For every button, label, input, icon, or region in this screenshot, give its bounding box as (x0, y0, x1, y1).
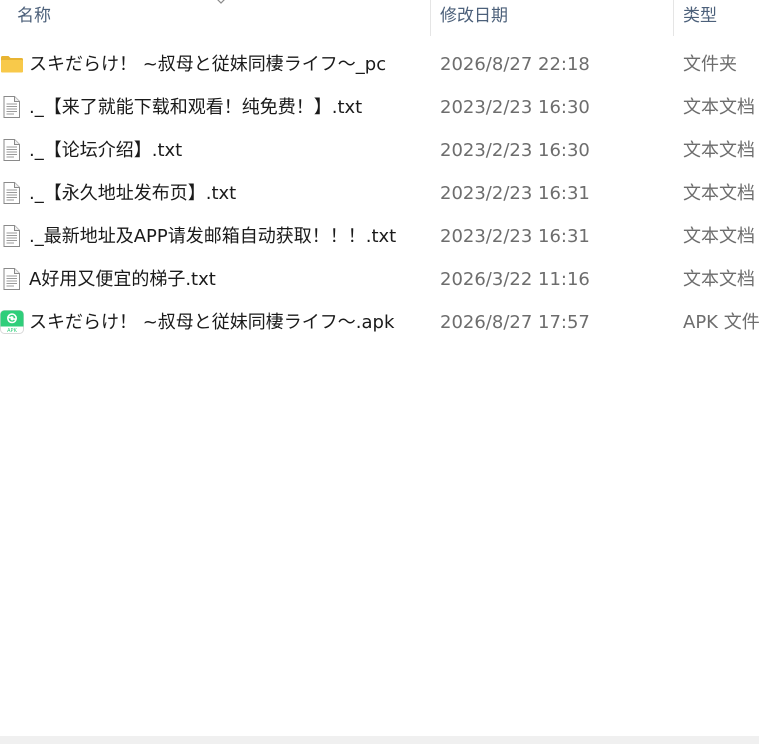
file-row[interactable]: ._最新地址及APP请发邮箱自动获取！！！.txt 2023/2/23 16:3… (0, 215, 759, 258)
apk-file-icon: APK (0, 310, 24, 334)
text-file-icon (3, 225, 20, 247)
file-modified-date: 2023/2/23 16:30 (440, 97, 590, 118)
file-row[interactable]: ._【永久地址发布页】.txt 2023/2/23 16:31 文本文档 (0, 172, 759, 215)
horizontal-scrollbar[interactable] (0, 736, 759, 744)
file-modified-date: 2023/2/23 16:30 (440, 140, 590, 161)
column-header: 名称 修改日期 类型 (0, 0, 759, 36)
file-type: APK 文件 (683, 312, 759, 333)
file-row[interactable]: ._【来了就能下载和观看！纯免费！】.txt 2023/2/23 16:30 文… (0, 86, 759, 129)
column-divider[interactable] (430, 0, 431, 36)
file-type: 文本文档 (683, 183, 755, 204)
file-type: 文本文档 (683, 97, 755, 118)
file-name: スキだらけ！ ~叔母と従妹同棲ライフ～_pc (29, 54, 387, 75)
file-name: A好用又便宜的梯子.txt (29, 269, 216, 290)
file-type: 文本文档 (683, 269, 755, 290)
file-modified-date: 2023/2/23 16:31 (440, 226, 590, 247)
file-row[interactable]: APK スキだらけ！ ~叔母と従妹同棲ライフ～.apk 2026/8/27 17… (0, 301, 759, 344)
file-name: ._【永久地址发布页】.txt (29, 183, 237, 204)
column-header-type[interactable]: 类型 (683, 0, 759, 36)
file-row[interactable]: A好用又便宜的梯子.txt 2026/3/22 11:16 文本文档 (0, 258, 759, 301)
text-file-icon (3, 268, 20, 290)
apk-icon-label: APK (7, 328, 17, 334)
file-type: 文本文档 (683, 226, 755, 247)
column-header-modified[interactable]: 修改日期 (440, 0, 672, 36)
column-header-name[interactable]: 名称 (17, 0, 429, 36)
file-name: スキだらけ！ ~叔母と従妹同棲ライフ～.apk (29, 312, 395, 333)
file-explorer: 名称 修改日期 类型 スキだらけ！ ~叔母と従妹同棲ライフ～_pc 2026/8… (0, 0, 759, 744)
folder-icon (1, 56, 23, 73)
text-file-icon (3, 182, 20, 204)
file-modified-date: 2026/3/22 11:16 (440, 269, 590, 290)
text-file-icon (3, 139, 20, 161)
file-name: ._最新地址及APP请发邮箱自动获取！！！.txt (29, 226, 397, 247)
file-name: ._【来了就能下载和观看！纯免费！】.txt (29, 97, 363, 118)
file-modified-date: 2026/8/27 17:57 (440, 312, 590, 333)
column-divider[interactable] (673, 0, 674, 36)
file-list: スキだらけ！ ~叔母と従妹同棲ライフ～_pc 2026/8/27 22:18 文… (0, 43, 759, 344)
file-row[interactable]: ._【论坛介绍】.txt 2023/2/23 16:30 文本文档 (0, 129, 759, 172)
file-type: 文件夹 (683, 54, 737, 75)
text-file-icon (3, 96, 20, 118)
file-type: 文本文档 (683, 140, 755, 161)
file-name: ._【论坛介绍】.txt (29, 140, 183, 161)
file-row[interactable]: スキだらけ！ ~叔母と従妹同棲ライフ～_pc 2026/8/27 22:18 文… (0, 43, 759, 86)
file-modified-date: 2026/8/27 22:18 (440, 54, 590, 75)
file-modified-date: 2023/2/23 16:31 (440, 183, 590, 204)
